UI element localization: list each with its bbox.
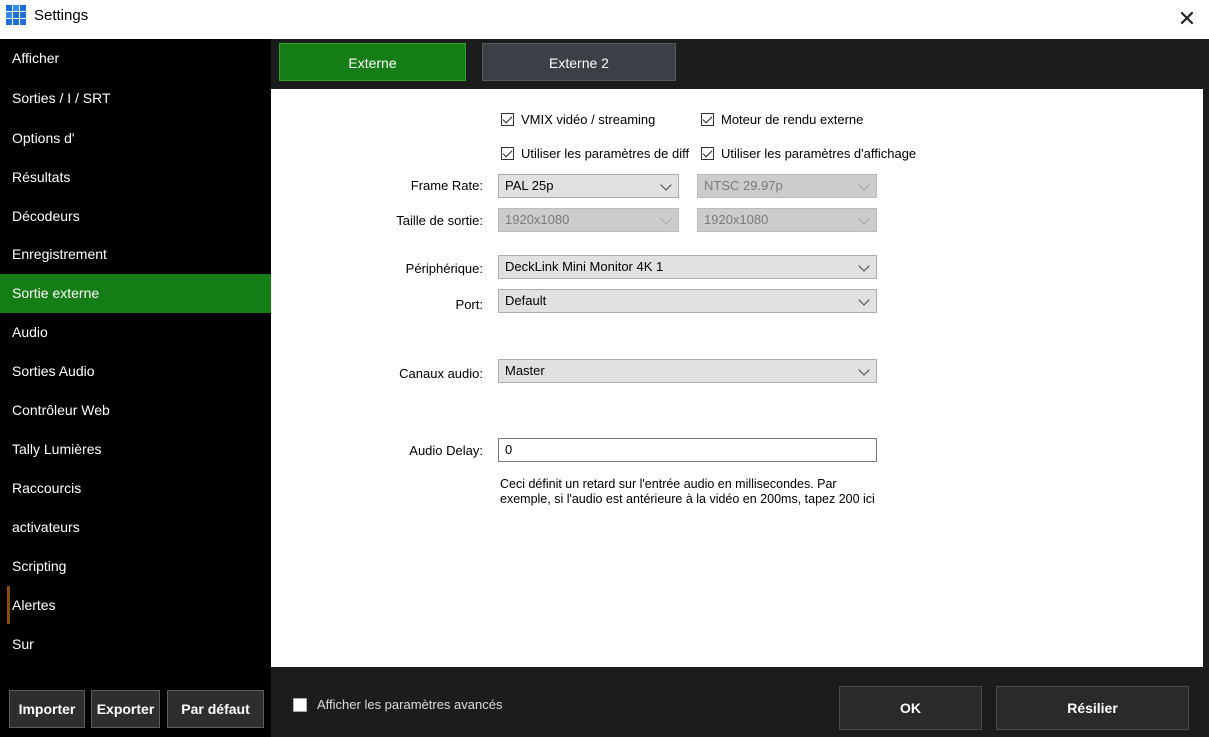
sidebar: Afficher Sorties / I / SRT Options d' Ré… bbox=[0, 39, 271, 737]
tab-externe[interactable]: Externe bbox=[279, 43, 466, 81]
external-renderer-checkbox[interactable]: Moteur de rendu externe bbox=[701, 112, 863, 127]
footer-bar: Afficher les paramètres avancés OK Résil… bbox=[271, 667, 1209, 737]
port-value: Default bbox=[505, 293, 547, 308]
use-display-params-label: Utiliser les paramètres d'affichage bbox=[721, 146, 917, 161]
settings-panel: VMIX vidéo / streaming Moteur de rendu e… bbox=[271, 89, 1209, 667]
import-button[interactable]: Importer bbox=[9, 690, 85, 728]
default-button[interactable]: Par défaut bbox=[167, 690, 264, 728]
use-diff-params-checkbox[interactable]: Utiliser les paramètres de diff bbox=[501, 146, 689, 161]
sidebar-item-tally-lumieres[interactable]: Tally Lumières bbox=[0, 430, 271, 469]
sidebar-item-sorties-audio[interactable]: Sorties Audio bbox=[0, 352, 271, 391]
advanced-settings-checkbox[interactable]: Afficher les paramètres avancés bbox=[293, 697, 502, 712]
use-display-params-checkbox[interactable]: Utiliser les paramètres d'affichage bbox=[701, 146, 916, 161]
tab-bar: Externe Externe 2 bbox=[271, 39, 1209, 89]
frame-rate-select[interactable]: PAL 25p bbox=[498, 174, 679, 198]
output-size-select: 1920x1080 bbox=[498, 208, 679, 232]
advanced-settings-label: Afficher les paramètres avancés bbox=[317, 697, 503, 712]
sidebar-item-enregistrement[interactable]: Enregistrement bbox=[0, 235, 271, 274]
chevron-down-icon bbox=[858, 294, 870, 306]
sidebar-item-scripting[interactable]: Scripting bbox=[0, 547, 271, 586]
device-label: Périphérique: bbox=[405, 261, 483, 276]
vmix-video-checkbox[interactable]: VMIX vidéo / streaming bbox=[501, 112, 655, 127]
sidebar-item-activateurs[interactable]: activateurs bbox=[0, 508, 271, 547]
output-size-secondary-select: 1920x1080 bbox=[697, 208, 877, 232]
checkbox-checked-icon bbox=[501, 147, 514, 160]
tab-externe-2[interactable]: Externe 2 bbox=[482, 43, 676, 81]
output-size-label: Taille de sortie: bbox=[396, 213, 483, 228]
ok-button[interactable]: OK bbox=[839, 686, 982, 730]
audio-channels-value: Master bbox=[505, 363, 545, 378]
audio-delay-help-line: Ceci définit un retard sur l'entrée audi… bbox=[500, 477, 837, 491]
chevron-down-icon bbox=[858, 213, 870, 225]
audio-delay-input[interactable]: 0 bbox=[498, 438, 877, 462]
sidebar-item-decodeurs[interactable]: Décodeurs bbox=[0, 197, 271, 236]
external-renderer-label: Moteur de rendu externe bbox=[721, 112, 864, 127]
export-button[interactable]: Exporter bbox=[91, 690, 160, 728]
audio-delay-label: Audio Delay: bbox=[409, 443, 483, 458]
checkbox-checked-icon bbox=[701, 113, 714, 126]
chevron-down-icon bbox=[858, 260, 870, 272]
app-grid-icon bbox=[6, 5, 28, 25]
chevron-down-icon bbox=[660, 179, 672, 191]
audio-delay-help: Ceci définit un retard sur l'entrée audi… bbox=[500, 477, 940, 507]
device-value: DeckLink Mini Monitor 4K 1 bbox=[505, 259, 664, 274]
sidebar-item-audio[interactable]: Audio bbox=[0, 313, 271, 352]
sidebar-item-sortie-externe[interactable]: Sortie externe bbox=[0, 274, 271, 313]
sidebar-item-raccourcis[interactable]: Raccourcis bbox=[0, 469, 271, 508]
sidebar-item-alertes[interactable]: Alertes bbox=[0, 586, 271, 625]
output-size-value: 1920x1080 bbox=[505, 212, 570, 227]
close-icon[interactable]: ✕ bbox=[1172, 4, 1202, 34]
checkbox-checked-icon bbox=[501, 113, 514, 126]
audio-delay-help-line: exemple, si l'audio est antérieure à la … bbox=[500, 492, 875, 506]
chevron-down-icon bbox=[858, 179, 870, 191]
sidebar-item-controleur-web[interactable]: Contrôleur Web bbox=[0, 391, 271, 430]
sidebar-item-options[interactable]: Options d' bbox=[0, 119, 271, 158]
frame-rate-value: PAL 25p bbox=[505, 178, 554, 193]
checkbox-checked-icon bbox=[701, 147, 714, 160]
device-select[interactable]: DeckLink Mini Monitor 4K 1 bbox=[498, 255, 877, 279]
cancel-button[interactable]: Résilier bbox=[996, 686, 1189, 730]
port-label: Port: bbox=[455, 297, 483, 312]
sidebar-item-sorties[interactable]: Sorties / I / SRT bbox=[0, 79, 271, 118]
sidebar-item-sur[interactable]: Sur bbox=[0, 625, 271, 664]
audio-channels-select[interactable]: Master bbox=[498, 359, 877, 383]
port-select[interactable]: Default bbox=[498, 289, 877, 313]
sidebar-item-afficher[interactable]: Afficher bbox=[0, 39, 271, 78]
audio-channels-label: Canaux audio: bbox=[399, 366, 483, 381]
panel-edge bbox=[1203, 89, 1209, 667]
sidebar-item-resultats[interactable]: Résultats bbox=[0, 158, 271, 197]
frame-rate-secondary-select: NTSC 29.97p bbox=[697, 174, 877, 198]
frame-rate-secondary-value: NTSC 29.97p bbox=[704, 178, 783, 193]
use-diff-params-label: Utiliser les paramètres de diff bbox=[521, 146, 690, 161]
chevron-down-icon bbox=[660, 213, 672, 225]
window-title: Settings bbox=[34, 7, 89, 24]
chevron-down-icon bbox=[858, 364, 870, 376]
output-size-secondary-value: 1920x1080 bbox=[704, 212, 769, 227]
title-bar: Settings ✕ bbox=[0, 0, 1209, 39]
frame-rate-label: Frame Rate: bbox=[410, 178, 483, 193]
vmix-video-label: VMIX vidéo / streaming bbox=[521, 112, 656, 127]
checkbox-unchecked-icon bbox=[293, 697, 307, 712]
